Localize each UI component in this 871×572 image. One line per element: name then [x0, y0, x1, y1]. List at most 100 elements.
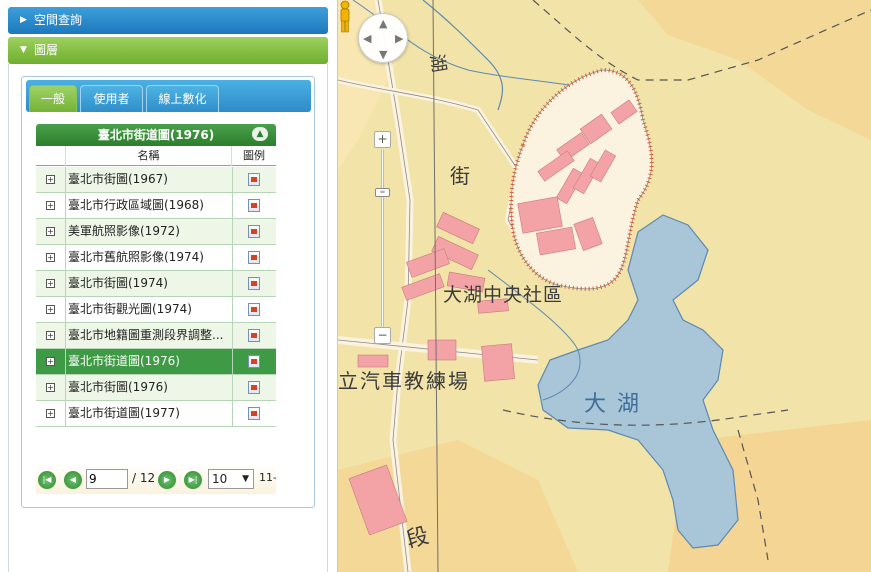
pan-control[interactable]: ▲ ▼ ◀ ▶	[358, 13, 408, 63]
tab-general-label: 一般	[40, 92, 65, 106]
tab-online-digitize[interactable]: 線上數化	[146, 85, 219, 112]
expand-cell: +	[36, 375, 66, 400]
zoom-out-button[interactable]: −	[374, 327, 391, 344]
pegman-icon[interactable]	[338, 0, 352, 34]
table-row[interactable]: + 臺北市街觀光圖(1974)	[36, 297, 276, 323]
legend-cell	[232, 271, 276, 296]
legend-cell	[232, 297, 276, 322]
legend-cell	[232, 401, 276, 426]
expand-cell: +	[36, 219, 66, 244]
map-label-center: 大湖中央社區	[443, 284, 564, 306]
tab-bar: 一般 使用者 線上數化	[26, 80, 311, 112]
legend-icon[interactable]	[248, 381, 260, 394]
accordion-layers-label: 圖層	[34, 43, 59, 57]
legend-cell	[232, 323, 276, 348]
table-row[interactable]: + 臺北市街道圖(1976)	[36, 349, 276, 375]
pan-down-icon[interactable]: ▼	[379, 48, 387, 61]
map-label-lake: 大 湖	[584, 392, 641, 417]
expand-plus-icon[interactable]: +	[46, 279, 55, 288]
expand-plus-icon[interactable]: +	[46, 305, 55, 314]
page-info: 11-	[259, 471, 276, 484]
legend-icon[interactable]	[248, 355, 260, 368]
pager: |◀ ◀ / 12 ▶ ▶| 10 ▼ 11-	[36, 464, 276, 494]
pan-right-icon[interactable]: ▶	[395, 32, 403, 45]
pan-up-icon[interactable]: ▲	[379, 17, 387, 30]
layer-name[interactable]: 臺北市舊航照影像(1974)	[68, 245, 230, 270]
expand-plus-icon[interactable]: +	[46, 253, 55, 262]
legend-icon[interactable]	[248, 251, 260, 264]
table-row[interactable]: + 美軍航照影像(1972)	[36, 219, 276, 245]
legend-cell	[232, 193, 276, 218]
legend-cell	[232, 349, 276, 374]
expand-plus-icon[interactable]: +	[46, 201, 55, 210]
expand-plus-icon[interactable]: +	[46, 383, 55, 392]
table-row[interactable]: + 臺北市街圖(1974)	[36, 271, 276, 297]
map-canvas	[338, 0, 871, 572]
layer-name[interactable]: 臺北市地籍圖重測段界調整...	[68, 323, 230, 348]
header-legend[interactable]: 圖例	[232, 146, 276, 166]
grid-title-text: 臺北市街道圖(1976)	[97, 128, 215, 142]
legend-icon[interactable]	[248, 329, 260, 342]
table-row[interactable]: + 臺北市行政區域圖(1968)	[36, 193, 276, 219]
zoom-in-button[interactable]: +	[374, 131, 391, 148]
tab-general[interactable]: 一般	[29, 85, 77, 112]
expand-cell: +	[36, 245, 66, 270]
tab-online-digitize-label: 線上數化	[158, 92, 207, 106]
prev-page-icon[interactable]: ◀	[64, 471, 82, 489]
page-size-select[interactable]: 10 ▼	[208, 469, 254, 489]
zoom-slider-thumb[interactable]: ═	[375, 188, 390, 197]
triangle-down-icon: ▼	[20, 45, 27, 55]
zoom-slider-track[interactable]	[381, 149, 384, 327]
layer-name[interactable]: 臺北市街圖(1976)	[68, 375, 230, 400]
dropdown-arrow-icon: ▼	[242, 474, 249, 484]
layer-name[interactable]: 臺北市街觀光圖(1974)	[68, 297, 230, 322]
layer-name[interactable]: 臺北市街道圖(1976)	[68, 349, 230, 374]
grid-header: 名稱 圖例	[36, 146, 276, 166]
expand-plus-icon[interactable]: +	[46, 357, 55, 366]
legend-icon[interactable]	[248, 225, 260, 238]
legend-cell	[232, 245, 276, 270]
table-row[interactable]: + 臺北市街圖(1976)	[36, 375, 276, 401]
expand-cell: +	[36, 271, 66, 296]
map-label-street: 街	[450, 164, 470, 188]
layer-box: 一般 使用者 線上數化 臺北市街道圖(1976) ▲ 名稱 圖例 + 臺北市街圖(…	[21, 76, 315, 508]
expand-cell: +	[36, 323, 66, 348]
collapse-icon[interactable]: ▲	[252, 127, 268, 141]
expand-plus-icon[interactable]: +	[46, 331, 55, 340]
map-view[interactable]: 湖 街 大湖中央社區 大 湖 立汽車教練場 段 ▲ ▼ ◀ ▶ + ═ −	[338, 0, 871, 572]
pan-left-icon[interactable]: ◀	[363, 32, 371, 45]
expand-plus-icon[interactable]: +	[46, 409, 55, 418]
page-number-input[interactable]	[86, 469, 128, 489]
legend-icon[interactable]	[248, 303, 260, 316]
layer-name[interactable]: 臺北市行政區域圖(1968)	[68, 193, 230, 218]
legend-icon[interactable]	[248, 277, 260, 290]
layer-name[interactable]: 美軍航照影像(1972)	[68, 219, 230, 244]
last-page-icon[interactable]: ▶|	[184, 471, 202, 489]
header-expand	[36, 146, 66, 166]
legend-icon[interactable]	[248, 173, 260, 186]
accordion-spatial-query[interactable]: ▶ 空間查詢	[8, 7, 328, 34]
legend-cell	[232, 375, 276, 400]
table-row[interactable]: + 臺北市舊航照影像(1974)	[36, 245, 276, 271]
expand-plus-icon[interactable]: +	[46, 175, 55, 184]
legend-icon[interactable]	[248, 199, 260, 212]
layer-panel: ▶ 空間查詢 ▼ 圖層 一般 使用者 線上數化 臺北市街道圖(1976) ▲ 名…	[0, 0, 338, 572]
expand-cell: +	[36, 193, 66, 218]
next-page-icon[interactable]: ▶	[158, 471, 176, 489]
layer-name[interactable]: 臺北市街圖(1967)	[68, 167, 230, 192]
grid-title: 臺北市街道圖(1976) ▲	[36, 124, 276, 146]
tab-user[interactable]: 使用者	[80, 85, 143, 112]
table-row[interactable]: + 臺北市地籍圖重測段界調整...	[36, 323, 276, 349]
layer-name[interactable]: 臺北市街圖(1974)	[68, 271, 230, 296]
first-page-icon[interactable]: |◀	[38, 471, 56, 489]
expand-cell: +	[36, 401, 66, 426]
table-row[interactable]: + 臺北市街道圖(1977)	[36, 401, 276, 427]
expand-plus-icon[interactable]: +	[46, 227, 55, 236]
accordion-layers[interactable]: ▼ 圖層	[8, 37, 328, 64]
legend-icon[interactable]	[248, 407, 260, 420]
header-name[interactable]: 名稱	[66, 146, 232, 166]
legend-cell	[232, 167, 276, 192]
triangle-right-icon: ▶	[20, 15, 27, 25]
table-row[interactable]: + 臺北市街圖(1967)	[36, 167, 276, 193]
layer-name[interactable]: 臺北市街道圖(1977)	[68, 401, 230, 426]
